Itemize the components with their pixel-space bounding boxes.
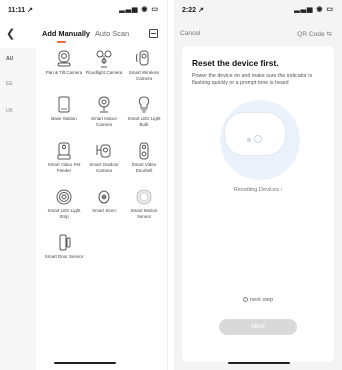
nav-bar: Cancel QR Code ⇆ — [174, 28, 342, 44]
tab-auto-scan[interactable]: Auto Scan — [95, 29, 129, 38]
region-item-au[interactable]: AU — [6, 56, 13, 62]
device-label: Smart Door Sensor — [44, 254, 84, 259]
active-tab-indicator — [57, 41, 66, 43]
status-icons: ▂▃▅ ◉ ▭ — [119, 6, 159, 13]
outdoor-camera-icon — [96, 144, 111, 158]
device-label: Base Station — [51, 116, 77, 121]
reset-instructions-card: Reset the device first. Power the device… — [182, 46, 334, 362]
wireless-camera-icon — [136, 50, 149, 66]
doorbell-icon — [139, 142, 149, 160]
back-icon[interactable]: ❮ — [6, 27, 15, 40]
home-indicator — [54, 362, 116, 364]
base-station-icon — [58, 96, 70, 113]
resetting-devices-link[interactable]: Resetting Devices › — [182, 187, 334, 193]
device-label: Smart Outdoor Camera — [89, 162, 119, 173]
radio-icon[interactable] — [242, 297, 248, 302]
device-label: Floodlight Camera — [85, 70, 123, 75]
instruction-text: Power the device on and make sure the in… — [192, 73, 313, 86]
device-label: Smart Video Doorbell — [131, 162, 157, 173]
region-item-ee[interactable]: EE — [6, 81, 13, 87]
status-time: 11:11 ↗ — [8, 7, 33, 14]
status-bar: 11:11 ↗ ▂▃▅ ◉ ▭ — [0, 0, 167, 16]
pan-tilt-camera-icon — [57, 50, 71, 67]
next-button[interactable]: Next — [219, 319, 297, 335]
light-bulb-icon — [138, 96, 150, 113]
siren-icon — [98, 190, 110, 204]
page-title: Reset the device first. — [192, 58, 279, 68]
status-time: 2:22 ↗ — [182, 7, 204, 14]
door-sensor-icon — [59, 234, 71, 251]
home-indicator — [228, 362, 290, 364]
floodlight-camera-icon — [96, 50, 112, 68]
reset-button-icon — [254, 135, 262, 143]
device-label: Smart LED Light Strip — [47, 208, 81, 219]
status-icons: ▂▃▅ ◉ ▭ — [294, 6, 334, 13]
reset-device-screen: 2:22 ↗ ▂▃▅ ◉ ▭ Cancel QR Code ⇆ Reset th… — [174, 0, 342, 370]
device-label: Smart Indoor Camera — [90, 116, 117, 127]
cancel-button[interactable]: Cancel — [180, 30, 201, 37]
light-strip-icon — [56, 189, 72, 205]
region-item-uk[interactable]: UK — [6, 108, 13, 114]
next-step-label: next step — [249, 297, 274, 303]
device-label: Smart Siren — [92, 208, 116, 213]
region-sidebar: AU EE UK — [0, 48, 36, 370]
device-label: Smart Video Pet Feeder — [47, 162, 81, 173]
next-step-confirm[interactable]: next step — [182, 297, 334, 303]
motion-sensor-icon — [136, 189, 152, 205]
device-label: Smart Wireless Camera — [128, 70, 160, 81]
qr-code-button[interactable]: QR Code ⇆ — [297, 30, 332, 38]
indicator-light-icon — [247, 138, 251, 142]
pet-feeder-icon — [57, 142, 71, 160]
device-label: Smart LED Light Bulb — [127, 116, 161, 127]
add-device-screen: 11:11 ↗ ▂▃▅ ◉ ▭ ❮ Add Manually Auto Scan… — [0, 0, 168, 370]
device-label: Smart Motion Sensor — [130, 208, 158, 219]
device-label: Pan & Tilt Camera — [45, 70, 83, 75]
indoor-camera-icon — [98, 96, 110, 113]
status-bar: 2:22 ↗ ▂▃▅ ◉ ▭ — [174, 0, 342, 16]
device-illustration-icon — [224, 112, 286, 156]
tab-add-manually[interactable]: Add Manually — [42, 29, 90, 38]
scan-icon[interactable] — [149, 29, 158, 38]
nav-bar: ❮ Add Manually Auto Scan — [0, 24, 167, 44]
